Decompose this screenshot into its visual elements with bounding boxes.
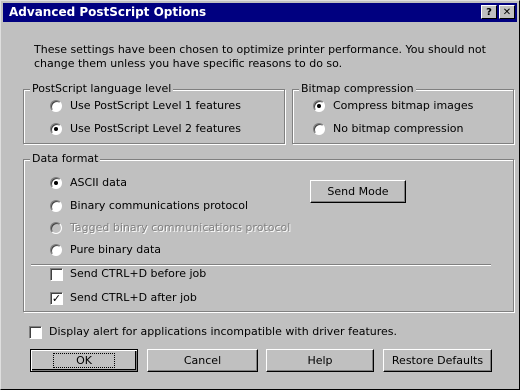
ctrl-d-before-checkbox[interactable] xyxy=(50,268,63,281)
compress-bitmap-label: Compress bitmap images xyxy=(333,99,474,112)
ps-level-2-radio[interactable] xyxy=(50,123,62,135)
ps-level-legend: PostScript language level xyxy=(30,82,174,96)
window-title: Advanced PostScript Options xyxy=(9,5,207,19)
display-alert-label: Display alert for applications incompati… xyxy=(49,325,398,338)
ps-level-2-label: Use PostScript Level 2 features xyxy=(70,122,241,135)
pure-binary-label: Pure binary data xyxy=(70,243,162,256)
binary-comm-radio[interactable] xyxy=(50,200,62,212)
bitmap-legend: Bitmap compression xyxy=(299,82,416,96)
data-format-group: Data format ASCII data Binary communicat… xyxy=(23,152,514,312)
ctrl-d-before-label: Send CTRL+D before job xyxy=(70,267,207,280)
intro-text: These settings have been chosen to optim… xyxy=(34,43,486,70)
ctrl-d-after-checkbox[interactable]: ✓ xyxy=(50,292,63,305)
ok-button-label: OK xyxy=(53,353,115,368)
display-alert-checkbox[interactable] xyxy=(29,326,42,339)
cancel-button[interactable]: Cancel xyxy=(147,349,258,372)
tagged-binary-radio xyxy=(50,222,62,234)
help-button[interactable]: Help xyxy=(266,349,374,372)
ctrl-d-after-label: Send CTRL+D after job xyxy=(70,291,197,304)
help-title-button[interactable]: ? xyxy=(481,5,497,19)
ps-level-1-radio[interactable] xyxy=(50,100,62,112)
data-format-legend: Data format xyxy=(30,152,101,166)
ps-level-group: PostScript language level Use PostScript… xyxy=(23,82,285,144)
advanced-postscript-dialog: Advanced PostScript Options ? ✕ These se… xyxy=(0,0,520,390)
send-mode-button[interactable]: Send Mode xyxy=(310,180,406,203)
ps-level-1-label: Use PostScript Level 1 features xyxy=(70,99,241,112)
tagged-binary-label: Tagged binary communications protocol xyxy=(70,221,291,234)
title-bar[interactable]: Advanced PostScript Options ? ✕ xyxy=(3,3,517,22)
pure-binary-radio[interactable] xyxy=(50,244,62,256)
bitmap-compression-group: Bitmap compression Compress bitmap image… xyxy=(292,82,514,144)
binary-comm-label: Binary communications protocol xyxy=(70,199,249,212)
data-format-separator xyxy=(31,264,491,266)
ascii-data-label: ASCII data xyxy=(70,176,127,189)
no-compression-radio[interactable] xyxy=(313,123,325,135)
no-compression-label: No bitmap compression xyxy=(333,122,464,135)
close-icon[interactable]: ✕ xyxy=(499,5,515,19)
ascii-data-radio[interactable] xyxy=(50,177,62,189)
restore-defaults-button[interactable]: Restore Defaults xyxy=(383,349,492,372)
compress-bitmap-radio[interactable] xyxy=(313,100,325,112)
ok-button[interactable]: OK xyxy=(30,349,138,372)
